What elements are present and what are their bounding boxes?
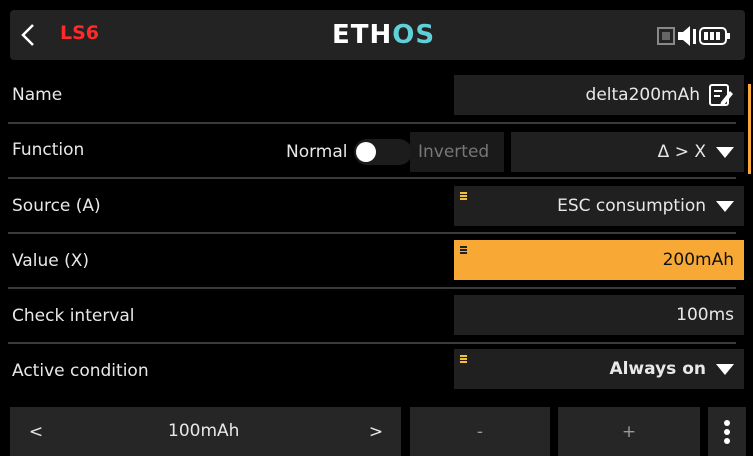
name-value: delta200mAh [585,85,700,105]
decrement-button[interactable]: - [410,407,550,456]
active-condition-label: Active condition [12,361,149,381]
divider [8,232,736,234]
divider [8,287,736,289]
logo-main: ETH [332,20,393,50]
screen-name: LS6 [60,22,100,44]
name-field[interactable]: delta200mAh [454,75,744,115]
active-condition-menu-icon [460,355,467,364]
prev-label: < [28,421,44,442]
divider [8,177,736,179]
backlight-icon [657,27,675,45]
step-size-value: 100mAh [168,421,240,441]
more-options-button[interactable] [708,407,746,456]
function-dropdown[interactable]: Δ > X [511,132,744,172]
function-value: Δ > X [657,142,706,162]
back-button[interactable] [14,12,42,58]
chevron-left-icon [21,24,34,46]
active-condition-dropdown[interactable]: Always on [454,349,744,389]
dropdown-arrow-icon [716,200,734,212]
source-menu-icon [460,192,467,201]
step-prev-button[interactable]: < [10,407,62,456]
header-bar: LS6 ETHOS [0,0,753,70]
logo-accent: OS [392,20,436,50]
edit-icon [709,84,733,106]
dropdown-arrow-icon [716,146,734,158]
source-dropdown[interactable]: ESC consumption [454,186,744,226]
toggle-knob [355,142,376,162]
next-label: > [368,421,384,442]
function-label: Function [12,140,85,160]
function-toggle-group: Normal [286,132,422,172]
active-condition-value: Always on [609,359,706,379]
status-icons [656,24,736,48]
step-next-button[interactable]: > [350,407,402,456]
normal-label: Normal [286,142,348,162]
check-interval-label: Check interval [12,306,135,326]
value-value: 200mAh [662,250,734,270]
speaker-icon [678,26,696,46]
value-label: Value (X) [12,251,89,271]
divider [8,342,736,344]
source-value: ESC consumption [557,196,706,216]
plus-label: + [621,421,637,442]
increment-button[interactable]: + [558,407,700,456]
source-label: Source (A) [12,196,101,216]
more-vertical-icon [724,419,730,444]
value-menu-icon [460,246,467,255]
check-interval-field[interactable]: 100ms [454,295,744,335]
dropdown-arrow-icon [716,363,734,375]
scrollbar[interactable] [748,84,751,174]
name-label: Name [12,85,63,105]
normal-inverted-toggle[interactable] [353,139,412,165]
ethos-logo: ETHOS [332,20,435,50]
battery-icon [699,27,730,45]
check-interval-value: 100ms [676,305,734,325]
value-field[interactable]: 200mAh [454,240,744,280]
minus-label: - [476,421,484,442]
inverted-label: Inverted [410,132,504,172]
